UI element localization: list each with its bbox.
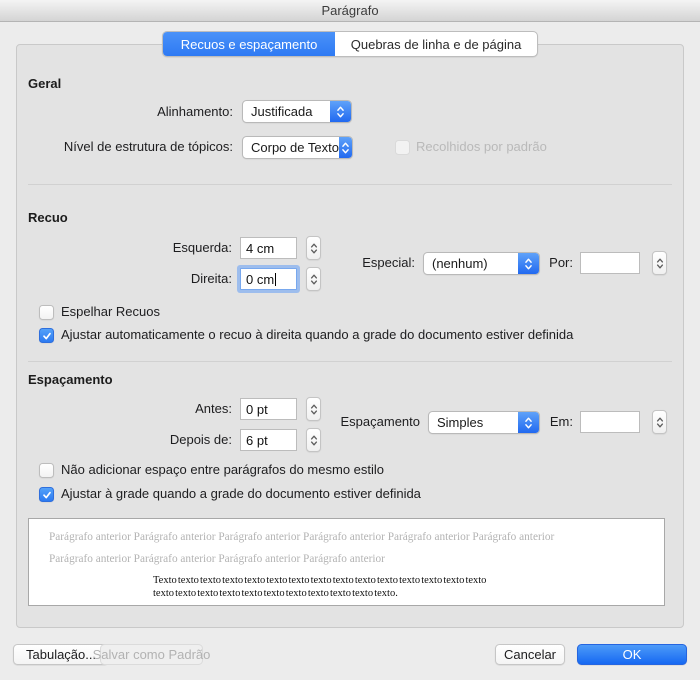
alinhamento-value: Justificada (243, 101, 330, 122)
depois-label: Depois de: (170, 432, 232, 447)
espacamento-linha-popup[interactable]: Simples (428, 411, 540, 434)
espelhar-recuos-checkbox[interactable] (39, 305, 54, 320)
ajustar-grade-label[interactable]: Ajustar à grade quando a grade do docume… (61, 486, 421, 501)
alinhamento-label: Alinhamento: (157, 104, 233, 119)
chevron-up-down-icon (330, 101, 351, 122)
preview-previous-line-2: Parágrafo anterior Parágrafo anterior Pa… (49, 548, 644, 570)
chevron-up-down-icon (310, 403, 318, 416)
direita-label: Direita: (191, 271, 232, 286)
recuo-heading: Recuo (28, 210, 68, 225)
nivel-estrutura-value: Corpo de Texto (243, 137, 339, 158)
especial-value: (nenhum) (424, 253, 518, 274)
paragraph-preview: Parágrafo anterior Parágrafo anterior Pa… (28, 518, 665, 606)
text-caret (275, 273, 276, 286)
nivel-estrutura-label: Nível de estrutura de tópicos: (64, 139, 233, 154)
espelhar-recuos-label[interactable]: Espelhar Recuos (61, 304, 160, 319)
ajustar-grade-checkbox[interactable] (39, 487, 54, 502)
ok-button[interactable]: OK (577, 644, 687, 665)
direita-value: 0 cm (246, 272, 274, 287)
ajustar-recuo-label[interactable]: Ajustar automaticamente o recuo à direit… (61, 327, 573, 342)
ajustar-recuo-checkbox[interactable] (39, 328, 54, 343)
titlebar[interactable]: Parágrafo (0, 0, 700, 22)
nivel-estrutura-popup[interactable]: Corpo de Texto (242, 136, 353, 159)
antes-label: Antes: (195, 401, 232, 416)
esquerda-input[interactable] (240, 237, 297, 259)
antes-input[interactable] (240, 398, 297, 420)
direita-stepper[interactable] (306, 267, 321, 291)
espacamento-linha-value: Simples (429, 412, 518, 433)
em-label: Em: (550, 414, 573, 429)
espacamento-heading: Espaçamento (28, 372, 113, 387)
tab-label: Quebras de linha e de página (351, 37, 522, 52)
chevron-up-down-icon (310, 273, 318, 286)
depois-input[interactable] (240, 429, 297, 451)
window-title: Parágrafo (0, 3, 700, 18)
por-stepper[interactable] (652, 251, 667, 275)
chevron-up-down-icon (310, 434, 318, 447)
esquerda-stepper[interactable] (306, 236, 321, 260)
recolhidos-label: Recolhidos por padrão (416, 139, 547, 154)
direita-input[interactable]: 0 cm (240, 268, 297, 290)
chevron-up-down-icon (310, 242, 318, 255)
nao-adicionar-espaco-checkbox[interactable] (39, 463, 54, 478)
tab-recuos-e-espacamento[interactable]: Recuos e espaçamento (163, 32, 335, 56)
checkmark-icon (42, 490, 52, 500)
ok-button-label: OK (623, 647, 642, 662)
preview-text-line-2: texto texto texto texto texto texto text… (153, 588, 644, 601)
por-label: Por: (549, 255, 573, 270)
alinhamento-popup[interactable]: Justificada (242, 100, 352, 123)
especial-popup[interactable]: (nenhum) (423, 252, 540, 275)
chevron-up-down-icon (656, 257, 664, 270)
esquerda-label: Esquerda: (173, 240, 232, 255)
chevron-up-down-icon (518, 412, 539, 433)
espacamento-linha-label: Espaçamento (341, 414, 421, 429)
nao-adicionar-espaco-label[interactable]: Não adicionar espaço entre parágrafos do… (61, 462, 384, 477)
section-divider (28, 361, 672, 362)
salvar-como-padrao-button: Salvar como Padrão (100, 644, 203, 665)
section-divider (28, 184, 672, 185)
tab-label: Recuos e espaçamento (181, 37, 318, 52)
depois-stepper[interactable] (306, 428, 321, 452)
antes-stepper[interactable] (306, 397, 321, 421)
tabulacao-button-label: Tabulação... (26, 647, 96, 662)
checkmark-icon (42, 331, 52, 341)
em-input[interactable] (580, 411, 640, 433)
chevron-up-down-icon (518, 253, 539, 274)
preview-previous-line-1: Parágrafo anterior Parágrafo anterior Pa… (49, 526, 644, 548)
especial-label: Especial: (362, 255, 415, 270)
recolhidos-checkbox (395, 140, 410, 155)
chevron-up-down-icon (656, 416, 664, 429)
tab-quebras-de-linha[interactable]: Quebras de linha e de página (335, 32, 537, 56)
por-input[interactable] (580, 252, 640, 274)
salvar-button-label: Salvar como Padrão (93, 647, 211, 662)
geral-heading: Geral (28, 76, 61, 91)
preview-text-line-1: Texto texto texto texto texto texto text… (153, 575, 644, 588)
em-stepper[interactable] (652, 410, 667, 434)
paragraph-dialog-window: Parágrafo Recuos e espaçamento Quebras d… (0, 0, 700, 680)
chevron-up-down-icon (339, 137, 352, 158)
tab-bar: Recuos e espaçamento Quebras de linha e … (162, 31, 538, 57)
cancelar-button-label: Cancelar (504, 647, 556, 662)
cancelar-button[interactable]: Cancelar (495, 644, 565, 665)
